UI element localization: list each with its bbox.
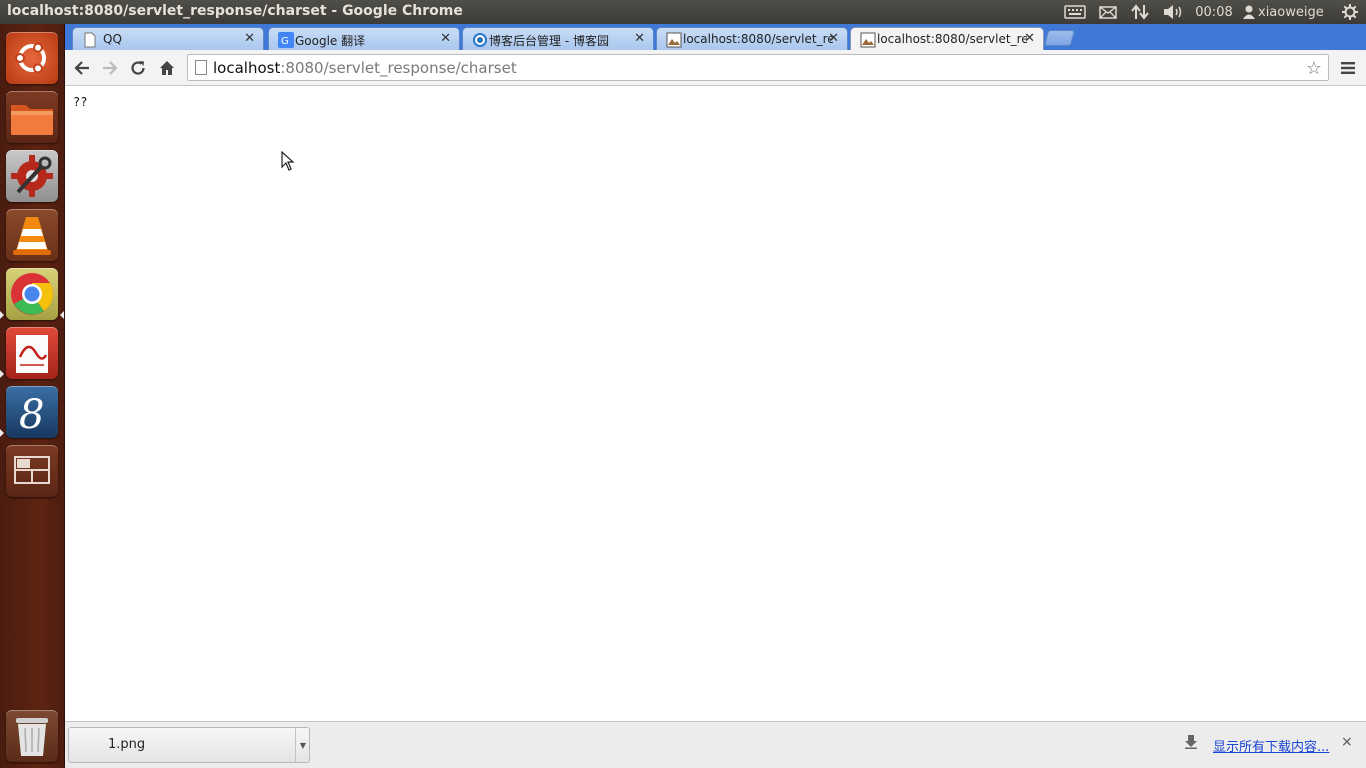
dash-home-icon[interactable] bbox=[6, 32, 58, 84]
tab-close-icon[interactable]: ✕ bbox=[244, 31, 255, 46]
tab-title: QQ bbox=[103, 32, 122, 46]
address-bar[interactable]: localhost:8080/servlet_response/charset … bbox=[187, 54, 1329, 81]
bookmark-star-icon[interactable]: ☆ bbox=[1306, 58, 1322, 79]
system-settings-icon[interactable] bbox=[6, 150, 58, 202]
reload-icon[interactable] bbox=[126, 57, 150, 79]
download-menu-chevron-icon[interactable]: ▼ bbox=[295, 728, 310, 762]
tab-title: Google 翻译 bbox=[295, 34, 366, 48]
chrome-icon[interactable] bbox=[6, 268, 58, 320]
download-file-name: 1.png bbox=[108, 737, 146, 752]
tab-close-icon[interactable]: ✕ bbox=[634, 31, 645, 46]
mail-icon[interactable] bbox=[1097, 0, 1119, 24]
tab-title: 博客后台管理 - 博客园 bbox=[489, 34, 609, 48]
page-icon bbox=[82, 32, 98, 48]
page-info-icon[interactable] bbox=[195, 60, 207, 75]
forward-icon[interactable] bbox=[98, 57, 122, 79]
download-arrow-icon bbox=[1185, 735, 1197, 753]
svg-text:8: 8 bbox=[19, 392, 44, 438]
tab-title: localhost:8080/servlet_re bbox=[877, 32, 1027, 46]
tab-qq[interactable]: QQ ✕ bbox=[72, 27, 264, 50]
url-text[interactable]: localhost:8080/servlet_response/charset bbox=[213, 59, 517, 77]
download-item[interactable]: 1.png ▼ bbox=[68, 727, 310, 763]
tab-localhost-1[interactable]: localhost:8080/servlet_re ✕ bbox=[656, 27, 848, 50]
mouse-cursor-icon bbox=[281, 151, 295, 171]
document-viewer-icon[interactable] bbox=[6, 327, 58, 379]
volume-icon[interactable] bbox=[1161, 0, 1185, 24]
workspace-switcher-icon[interactable] bbox=[6, 445, 58, 497]
menu-icon[interactable] bbox=[1336, 57, 1360, 79]
toolbar: localhost:8080/servlet_response/charset … bbox=[65, 50, 1366, 86]
tab-cnblogs-admin[interactable]: 博客后台管理 - 博客园 ✕ bbox=[462, 27, 654, 50]
cnblogs-icon bbox=[472, 32, 488, 48]
tab-localhost-active[interactable]: localhost:8080/servlet_re ✕ bbox=[850, 27, 1044, 51]
user-name[interactable]: xiaoweige bbox=[1258, 0, 1332, 24]
vlc-icon[interactable] bbox=[6, 209, 58, 261]
show-all-downloads-link[interactable]: 显示所有下载内容... bbox=[1213, 736, 1329, 755]
scribes-editor-icon[interactable]: 8 bbox=[6, 386, 58, 438]
window-title: localhost:8080/servlet_response/charset … bbox=[7, 3, 463, 19]
top-panel: localhost:8080/servlet_response/charset … bbox=[0, 0, 1366, 24]
user-icon bbox=[1241, 0, 1257, 24]
image-icon bbox=[860, 32, 876, 48]
image-icon bbox=[666, 32, 682, 48]
files-icon[interactable] bbox=[6, 91, 58, 143]
tab-close-icon[interactable]: ✕ bbox=[1024, 31, 1035, 46]
download-shelf: 1.png ▼ 显示所有下载内容... × bbox=[65, 721, 1366, 768]
session-gear-icon[interactable] bbox=[1339, 0, 1361, 24]
clock[interactable]: 00:08 bbox=[1193, 0, 1235, 24]
tab-google-translate[interactable]: G Google 翻译 ✕ bbox=[268, 27, 460, 50]
url-path: :8080/servlet_response/charset bbox=[280, 59, 517, 77]
launcher: 8 bbox=[0, 24, 65, 768]
trash-icon[interactable] bbox=[6, 710, 58, 762]
tab-title: localhost:8080/servlet_re bbox=[683, 32, 833, 46]
url-host: localhost bbox=[213, 59, 281, 77]
tab-strip: QQ ✕ G Google 翻译 ✕ 博客后台管理 - 博客园 ✕ localh… bbox=[65, 24, 1366, 51]
home-icon[interactable] bbox=[155, 57, 179, 79]
back-icon[interactable] bbox=[70, 57, 94, 79]
keyboard-icon[interactable] bbox=[1063, 0, 1087, 24]
new-tab-button[interactable] bbox=[1043, 30, 1076, 46]
page-text: ?? bbox=[73, 95, 88, 109]
page-content: ?? bbox=[65, 87, 1366, 721]
svg-text:G: G bbox=[281, 36, 289, 47]
network-icon[interactable] bbox=[1129, 0, 1151, 24]
close-icon[interactable]: × bbox=[1341, 734, 1353, 750]
tab-close-icon[interactable]: ✕ bbox=[828, 31, 839, 46]
tab-close-icon[interactable]: ✕ bbox=[440, 31, 451, 46]
google-icon: G bbox=[278, 32, 294, 48]
